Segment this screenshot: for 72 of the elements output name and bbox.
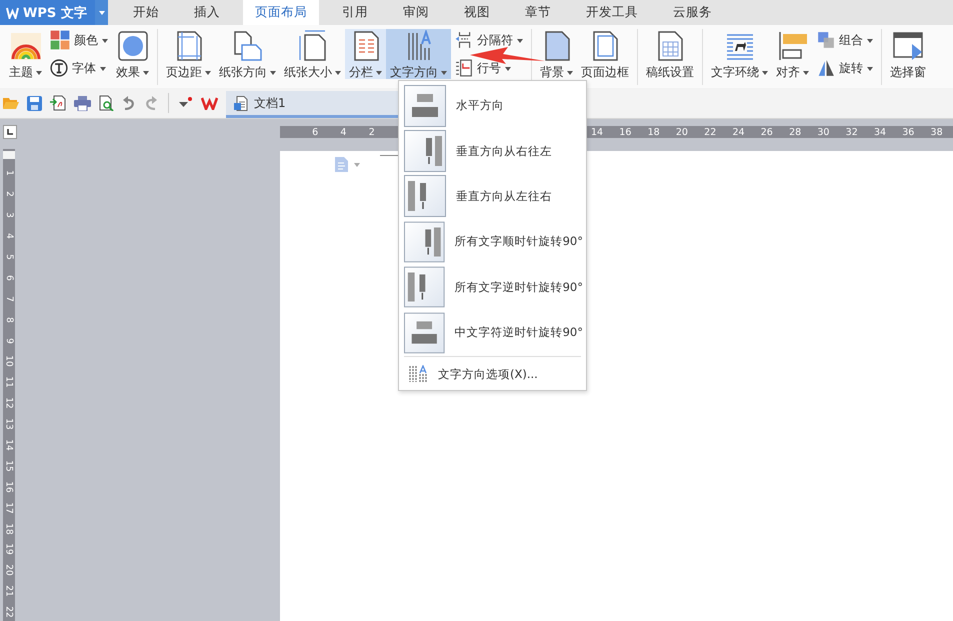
ruler-number: 5 — [4, 254, 14, 260]
ruler-number: 4 — [340, 126, 346, 138]
ruler-number: 8 — [4, 316, 14, 323]
ribbon-button[interactable]: 纸张方向 — [215, 29, 280, 79]
ruler-number: 26 — [760, 126, 773, 138]
ribbon-tab[interactable]: 云服务 — [661, 0, 724, 25]
ruler-number: 21 — [4, 586, 14, 597]
ribbon-button[interactable]: 稿纸设置 — [642, 29, 698, 79]
menu-item[interactable]: 所有文字逆时针旋转90° — [402, 264, 583, 310]
ruler-number: 2 — [368, 126, 375, 138]
ruler-number: 14 — [4, 439, 14, 451]
ruler-number: 32 — [846, 126, 858, 138]
ruler-number: 9 — [4, 338, 14, 344]
ruler-number: 12 — [4, 398, 14, 409]
app-title: WPS 文字 — [23, 4, 87, 22]
ribbon-tab[interactable]: 视图 — [452, 0, 502, 25]
ribbon-button[interactable]: 页边距 — [162, 29, 215, 79]
ribbon-button[interactable]: 主题 — [5, 29, 46, 79]
ruler-number: 38 — [930, 126, 943, 138]
menu-item[interactable]: 所有文字顺时针旋转90° — [402, 219, 583, 265]
ruler-number: 22 — [4, 606, 14, 618]
ribbon-tab[interactable]: 插入 — [182, 0, 232, 25]
ruler-number: 13 — [4, 418, 14, 430]
ruler-number: 28 — [789, 126, 802, 138]
ruler-number: 34 — [874, 126, 886, 138]
ruler-number: 15 — [4, 460, 14, 472]
ruler-number: 14 — [590, 126, 604, 138]
ribbon-button[interactable]: 文字环绕 — [707, 29, 772, 79]
ribbon-button[interactable]: 效果 — [112, 29, 153, 79]
document-tab-label: 文档1 — [254, 94, 286, 112]
ribbon-button[interactable]: 对齐 — [772, 29, 813, 79]
ribbon-tab[interactable]: 开始 — [121, 0, 171, 25]
ribbon-tab[interactable]: 开发工具 — [574, 0, 650, 25]
ruler-number: 6 — [312, 126, 318, 138]
app-menu-button[interactable]: WPS 文字 — [0, 0, 95, 25]
ribbon-tab[interactable]: 页面布局 — [243, 0, 319, 25]
ruler-number: 6 — [4, 275, 14, 281]
menu-item[interactable]: 中文字符逆时针旋转90° — [402, 310, 583, 356]
ribbon-button[interactable]: 组合 — [817, 29, 873, 51]
menu-item[interactable]: 垂直方向从左往右 — [402, 174, 583, 220]
ruler-number: 18 — [648, 126, 660, 138]
ribbon-button[interactable]: 分栏 — [345, 29, 386, 79]
ribbon-tab[interactable]: 章节 — [513, 0, 563, 25]
ruler-number: 22 — [704, 126, 716, 138]
ruler-number: 19 — [4, 544, 14, 556]
ribbon-button[interactable]: 选择窗 — [886, 29, 930, 79]
ruler-number: 16 — [619, 126, 632, 138]
ruler-number: 11 — [4, 376, 14, 388]
ribbon-button[interactable]: 页面边框 — [577, 29, 633, 79]
ribbon-tab[interactable]: 审阅 — [391, 0, 441, 25]
ruler-number: 16 — [4, 481, 14, 493]
ribbon-button[interactable]: 旋转 — [817, 57, 873, 79]
ribbon-button[interactable]: 字体 — [50, 57, 108, 79]
ruler-number: 2 — [4, 191, 14, 198]
ruler-number: 1 — [4, 170, 14, 176]
ruler-number: 7 — [4, 296, 14, 302]
ruler-number: 24 — [732, 126, 745, 138]
ruler-number: 20 — [4, 564, 14, 576]
ribbon-button[interactable]: 颜色 — [50, 29, 108, 51]
ruler-number: 20 — [676, 126, 688, 138]
ruler-number: 4 — [4, 233, 14, 239]
ruler-number: 17 — [4, 502, 14, 514]
ruler-number: 30 — [817, 126, 830, 138]
ribbon-button[interactable]: 纸张大小 — [280, 29, 345, 79]
ruler-number: 10 — [4, 356, 14, 368]
menu-item[interactable]: 垂直方向从右往左 — [402, 128, 583, 174]
ribbon-button[interactable]: 文字方向 — [386, 29, 451, 79]
menu-item[interactable]: 文字方向选项(X)... — [402, 360, 583, 388]
ribbon-tab[interactable]: 引用 — [330, 0, 380, 25]
ruler-number: 3 — [4, 212, 14, 218]
ruler-number: 18 — [4, 522, 14, 534]
ruler-number: 36 — [902, 126, 914, 138]
